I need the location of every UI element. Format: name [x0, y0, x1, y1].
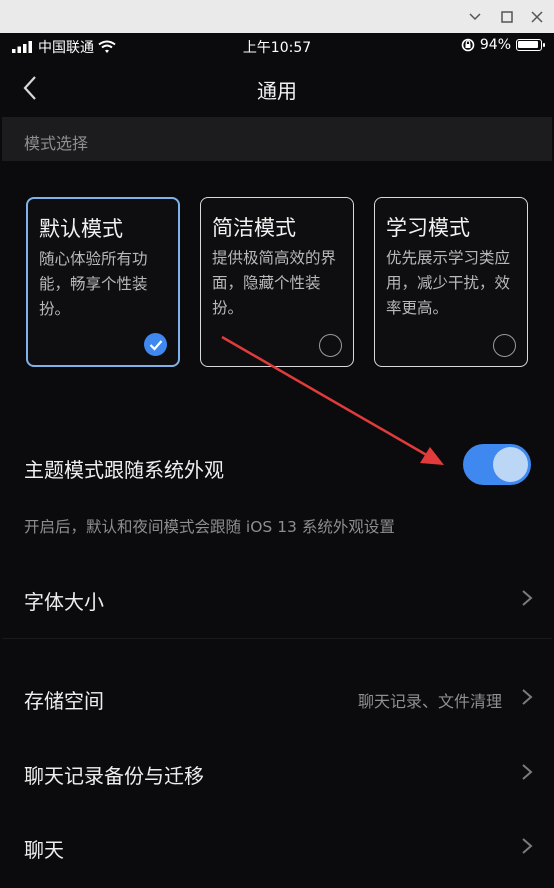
chevron-right-icon [522, 590, 533, 606]
mode-card-simple[interactable]: 简洁模式 提供极简高效的界面，隐藏个性装扮。 [200, 197, 354, 367]
section-header-mode: 模式选择 [2, 117, 552, 161]
chevron-right-icon [522, 764, 533, 780]
mode-card-study[interactable]: 学习模式 优先展示学习类应用，减少干扰，效率更高。 [374, 197, 528, 367]
mode-description: 提供极简高效的界面，隐藏个性装扮。 [212, 249, 337, 317]
row-label: 字体大小 [24, 590, 104, 614]
navigation-bar: 通用 [2, 59, 552, 117]
phone-screen: 中国联通 上午10:57 94% 通用 模式选择 默认模式 随心体验所有功能，畅… [2, 33, 552, 888]
toggle-knob [493, 447, 528, 482]
theme-follow-label: 主题模式跟随系统外观 [24, 458, 224, 482]
status-bar: 中国联通 上午10:57 94% [2, 33, 552, 59]
section-header-label: 模式选择 [24, 134, 89, 153]
window-titlebar [0, 0, 554, 33]
settings-row-chat[interactable]: 聊天 [2, 817, 552, 875]
row-value: 聊天记录、文件清理 [357, 692, 502, 711]
radio-unchecked-icon[interactable] [493, 334, 516, 357]
settings-row-storage[interactable]: 存储空间 聊天记录、文件清理 [2, 668, 552, 726]
battery-icon [516, 39, 545, 51]
mode-title: 默认模式 [39, 217, 123, 241]
mode-description: 随心体验所有功能，畅享个性装扮。 [39, 250, 148, 318]
settings-row-backup[interactable]: 聊天记录备份与迁移 [2, 743, 552, 801]
mode-card-default[interactable]: 默认模式 随心体验所有功能，畅享个性装扮。 [26, 197, 180, 367]
settings-row-font-size[interactable]: 字体大小 [2, 569, 552, 627]
row-label: 聊天 [24, 838, 64, 862]
minimize-icon[interactable] [460, 0, 490, 33]
radio-checked-icon[interactable] [144, 333, 167, 356]
chevron-right-icon [522, 689, 533, 705]
close-icon[interactable] [522, 0, 552, 33]
chevron-right-icon [522, 838, 533, 854]
theme-follow-toggle[interactable] [463, 444, 531, 485]
mode-title: 简洁模式 [212, 216, 296, 240]
radio-unchecked-icon[interactable] [319, 334, 342, 357]
mode-title: 学习模式 [386, 216, 470, 240]
divider [2, 638, 552, 639]
row-label: 存储空间 [24, 689, 104, 713]
mode-description: 优先展示学习类应用，减少干扰，效率更高。 [386, 249, 511, 317]
row-label: 聊天记录备份与迁移 [24, 764, 204, 788]
battery-percent: 94% [479, 37, 511, 53]
theme-follow-hint: 开启后，默认和夜间模式会跟随 iOS 13 系统外观设置 [24, 518, 395, 536]
maximize-icon[interactable] [492, 0, 522, 33]
page-title: 通用 [257, 79, 297, 103]
orientation-lock-icon [461, 38, 475, 52]
checkmark-icon [149, 339, 162, 351]
